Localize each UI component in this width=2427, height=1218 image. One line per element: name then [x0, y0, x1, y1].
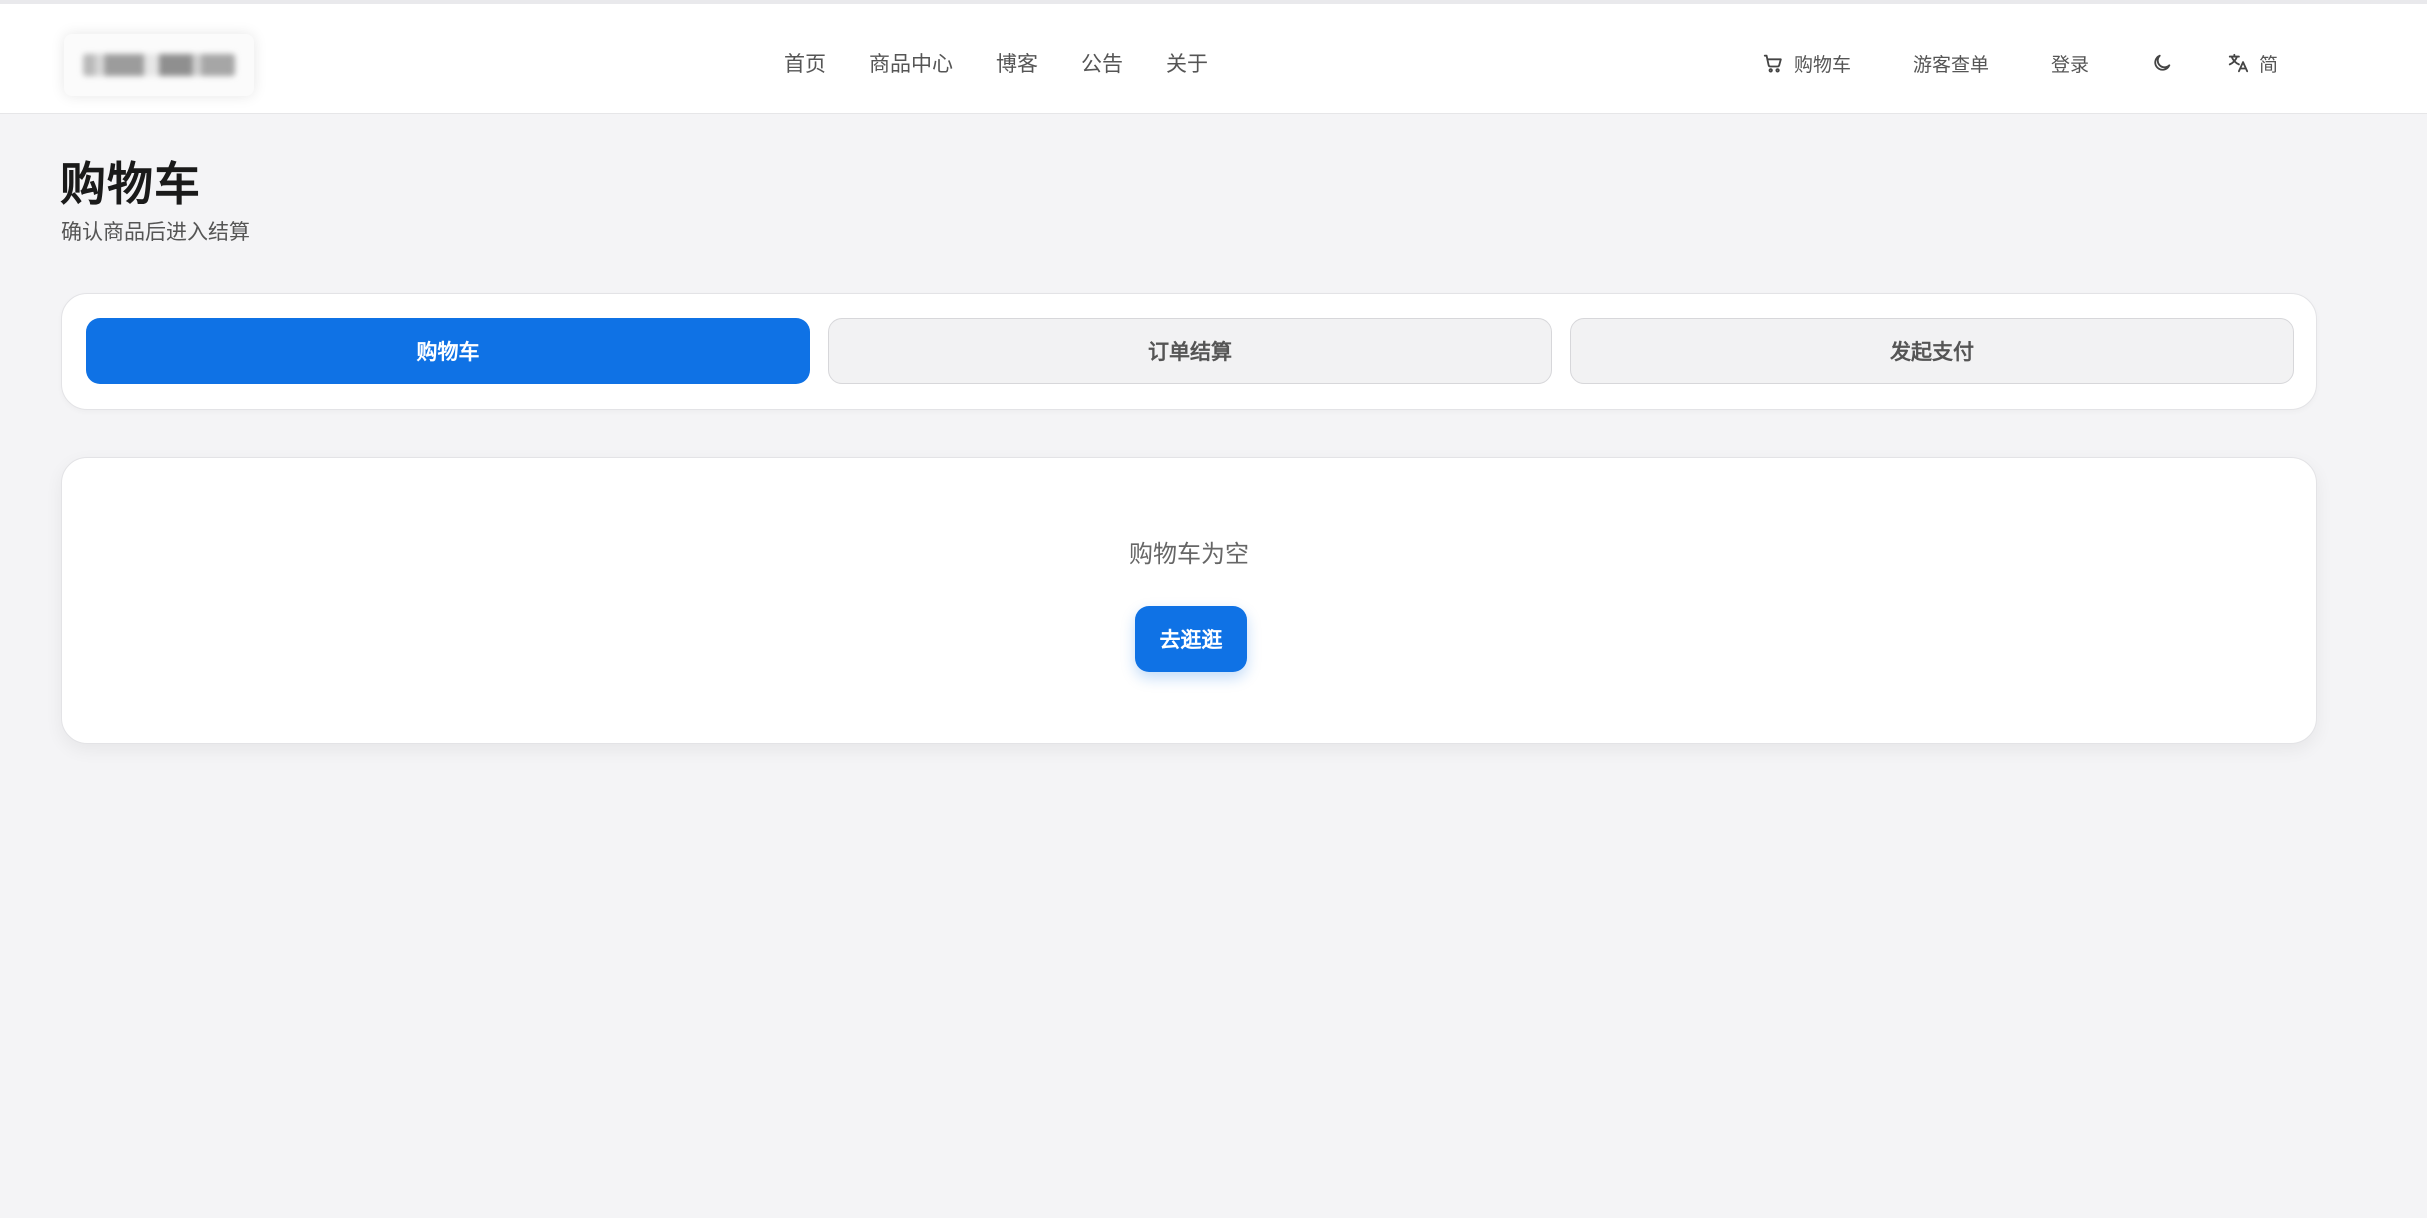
site-logo[interactable] — [64, 34, 254, 96]
login-link[interactable]: 登录 — [2051, 50, 2089, 77]
cart-link[interactable]: 购物车 — [1762, 50, 1851, 77]
translate-icon — [2227, 52, 2249, 74]
nav-item-about[interactable]: 关于 — [1166, 48, 1208, 78]
checkout-steps: 购物车 订单结算 发起支付 — [61, 293, 2317, 410]
moon-icon — [2151, 52, 2173, 74]
theme-toggle-button[interactable] — [2151, 52, 2173, 74]
page-title: 购物车 — [60, 157, 201, 211]
nav-item-home[interactable]: 首页 — [784, 48, 826, 78]
cart-icon — [1762, 52, 1784, 74]
cart-label: 购物车 — [1794, 53, 1852, 76]
language-switch[interactable]: 简 — [2227, 50, 2278, 77]
step-order-checkout[interactable]: 订单结算 — [828, 318, 1552, 384]
browse-products-button[interactable]: 去逛逛 — [1135, 606, 1247, 672]
login-label: 登录 — [2051, 53, 2090, 76]
nav-item-announcements[interactable]: 公告 — [1081, 48, 1123, 78]
language-label: 简 — [2259, 53, 2279, 76]
step-payment[interactable]: 发起支付 — [1570, 318, 2294, 384]
page-subtitle: 确认商品后进入结算 — [61, 220, 250, 244]
logo-blurred-image — [83, 54, 235, 76]
main-nav: 首页 商品中心 博客 公告 关于 — [784, 40, 1208, 86]
cart-empty-panel: 购物车为空 去逛逛 — [61, 457, 2317, 744]
empty-cart-message: 购物车为空 — [1129, 540, 1249, 568]
nav-item-blog[interactable]: 博客 — [996, 48, 1038, 78]
step-cart[interactable]: 购物车 — [86, 318, 810, 384]
top-navigation-bar: 首页 商品中心 博客 公告 关于 购物车 游客查单 登录 简 — [0, 4, 2427, 114]
guest-orders-link[interactable]: 游客查单 — [1913, 50, 1989, 77]
guest-orders-label: 游客查单 — [1913, 53, 1990, 76]
header-right-actions: 购物车 游客查单 登录 简 — [1762, 40, 2278, 86]
nav-item-products[interactable]: 商品中心 — [869, 48, 953, 78]
